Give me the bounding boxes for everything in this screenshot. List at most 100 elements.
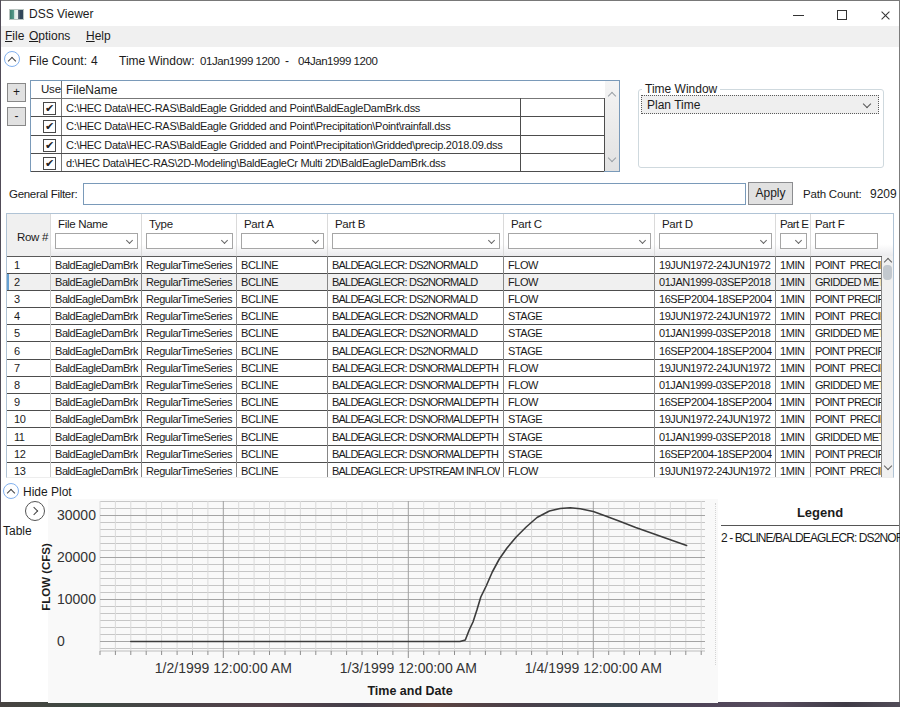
table-cell: RegularTimeSeries: [146, 274, 233, 291]
table-row[interactable]: 13BaldEagleDamBrkRegularTimeSeriesBCLINE…: [7, 463, 881, 477]
minimize-button[interactable]: [777, 1, 820, 27]
table-cell: 1MIN: [780, 308, 807, 325]
table-scrollbar-thumb[interactable]: [883, 265, 892, 280]
table-cell: RegularTimeSeries: [146, 360, 233, 377]
table-nav-button[interactable]: [25, 501, 45, 521]
table-cell: FLOW: [508, 291, 651, 308]
table-row[interactable]: 6BaldEagleDamBrkRegularTimeSeriesBCLINEB…: [7, 343, 881, 360]
scroll-down-icon[interactable]: [608, 154, 616, 162]
hide-plot-button[interactable]: [3, 483, 19, 499]
col-filter-combo[interactable]: [815, 233, 878, 249]
file-row[interactable]: ✔ C:\HEC Data\HEC-RAS\BaldEagle Gridded a…: [31, 99, 604, 117]
table-cell: 1MIN: [780, 411, 807, 428]
time-window-combobox[interactable]: Plan Time: [641, 95, 879, 114]
col-filter-combo[interactable]: [241, 233, 324, 249]
general-filter-input[interactable]: [83, 183, 746, 205]
table-row[interactable]: 10BaldEagleDamBrkRegularTimeSeriesBCLINE…: [7, 411, 881, 428]
menu-file[interactable]: File: [1, 26, 24, 47]
table-cell: BALDEAGLECR: DSNORMALDEPTH: [332, 411, 500, 428]
table-row[interactable]: 12BaldEagleDamBrkRegularTimeSeriesBCLINE…: [7, 446, 881, 463]
col-filter-combo[interactable]: [508, 233, 651, 249]
table-cell: RegularTimeSeries: [146, 446, 233, 463]
table-cell: BaldEagleDamBrk: [55, 257, 138, 274]
table-cell: BCLINE: [241, 463, 324, 477]
add-file-button[interactable]: +: [7, 83, 26, 102]
table-cell: BCLINE: [241, 446, 324, 463]
col-header[interactable]: Type: [149, 218, 173, 230]
scroll-up-icon[interactable]: [608, 92, 616, 100]
file-use-checkbox[interactable]: ✔: [43, 120, 56, 133]
file-list-panel: Use FileName ✔C:\HEC Data\HEC-RAS\BaldEa…: [30, 80, 620, 172]
file-row[interactable]: ✔ C:\HEC Data\HEC-RAS\BaldEagle Gridded a…: [31, 136, 604, 154]
table-cell: BALDEAGLECR: UPSTREAM INFLOW: [332, 463, 500, 477]
table-cell: 01JAN1999-03SEP2018: [659, 377, 772, 394]
table-cell: BaldEagleDamBrk: [55, 411, 138, 428]
col-header[interactable]: File Name: [58, 218, 108, 230]
app-icon: [9, 9, 24, 20]
table-cell: BaldEagleDamBrk: [55, 377, 138, 394]
table-cell: BCLINE: [241, 291, 324, 308]
path-count-label: Path Count:: [803, 188, 862, 200]
file-use-checkbox[interactable]: ✔: [43, 139, 56, 152]
table-row[interactable]: 8BaldEagleDamBrkRegularTimeSeriesBCLINEB…: [7, 377, 881, 394]
col-header[interactable]: Part D: [662, 218, 693, 230]
table-row[interactable]: 7BaldEagleDamBrkRegularTimeSeriesBCLINEB…: [7, 360, 881, 377]
table-cell: STAGE: [508, 411, 651, 428]
col-header-rownum[interactable]: Row #: [17, 231, 48, 243]
col-header[interactable]: Part C: [511, 218, 542, 230]
col-filter-combo[interactable]: [146, 233, 233, 249]
chevron-down-icon: [639, 237, 646, 244]
chevron-down-icon: [126, 237, 133, 244]
table-cell: 1MIN: [780, 274, 807, 291]
table-cell: 19JUN1972-24JUN1972: [659, 360, 772, 377]
table-cell: 1MIN: [780, 257, 807, 274]
table-row[interactable]: 3BaldEagleDamBrkRegularTimeSeriesBCLINEB…: [7, 291, 881, 308]
col-filter-combo[interactable]: [780, 233, 807, 249]
file-row[interactable]: ✔C:\HEC Data\HEC-RAS\BaldEagle Gridded a…: [31, 117, 604, 135]
table-row[interactable]: 9BaldEagleDamBrkRegularTimeSeriesBCLINEB…: [7, 394, 881, 411]
table-row[interactable]: 2BaldEagleDamBrkRegularTimeSeriesBCLINEB…: [7, 274, 881, 291]
col-header[interactable]: Part B: [335, 218, 365, 230]
file-row[interactable]: ✔d:\HEC Data\HEC-RAS\2D-Modeling\BaldEag…: [31, 154, 604, 172]
col-header[interactable]: Part F: [815, 218, 845, 230]
table-cell: 19JUN1972-24JUN1972: [659, 463, 772, 477]
table-row[interactable]: 4BaldEagleDamBrkRegularTimeSeriesBCLINEB…: [7, 308, 881, 325]
table-cell: 6: [14, 343, 49, 360]
close-button[interactable]: [863, 1, 900, 27]
table-cell: BALDEAGLECR: DS2NORMALD: [332, 308, 500, 325]
y-tick-label: 20000: [57, 549, 96, 565]
maximize-button[interactable]: [820, 1, 863, 27]
table-scroll-down-icon[interactable]: [884, 462, 892, 470]
table-cell: BALDEAGLECR: DS2NORMALD: [332, 343, 500, 360]
file-path: C:\HEC Data\HEC-RAS\BaldEagle Gridded an…: [66, 99, 518, 117]
table-row[interactable]: 11BaldEagleDamBrkRegularTimeSeriesBCLINE…: [7, 429, 881, 446]
col-header[interactable]: Part A: [244, 218, 274, 230]
file-use-checkbox[interactable]: ✔: [43, 157, 56, 170]
table-row[interactable]: 5BaldEagleDamBrkRegularTimeSeriesBCLINEB…: [7, 325, 881, 342]
table-cell: 1MIN: [780, 377, 807, 394]
menu-help[interactable]: Help: [80, 26, 117, 47]
col-filter-combo[interactable]: [332, 233, 500, 249]
table-cell: 5: [14, 325, 49, 342]
col-filter-combo[interactable]: [659, 233, 772, 249]
table-cell: BALDEAGLECR: DSNORMALDEPTH: [332, 377, 500, 394]
table-cell: 16SEP2004-18SEP2004: [659, 446, 772, 463]
table-cell: BCLINE: [241, 377, 324, 394]
file-use-checkbox[interactable]: ✔: [43, 102, 56, 115]
time-window-end: 04Jan1999 1200: [298, 55, 377, 67]
col-header[interactable]: Part E: [780, 218, 808, 230]
table-scrollbar[interactable]: [882, 256, 893, 477]
remove-file-button[interactable]: -: [7, 107, 26, 126]
file-list-scrollbar[interactable]: [605, 81, 619, 171]
table-row[interactable]: 1BaldEagleDamBrkRegularTimeSeriesBCLINEB…: [7, 257, 881, 274]
file-path: C:\HEC Data\HEC-RAS\BaldEagle Gridded an…: [66, 136, 518, 154]
apply-button[interactable]: Apply: [748, 182, 793, 205]
table-cell: 16SEP2004-18SEP2004: [659, 291, 772, 308]
collapse-files-button[interactable]: [4, 51, 20, 67]
x-axis-title: Time and Date: [210, 684, 610, 698]
menu-options[interactable]: Options: [24, 26, 78, 47]
table-cell: BCLINE: [241, 325, 324, 342]
col-filter-combo[interactable]: [55, 233, 138, 249]
table-cell: BCLINE: [241, 274, 324, 291]
table-cell: BALDEAGLECR: DSNORMALDEPTH: [332, 446, 500, 463]
